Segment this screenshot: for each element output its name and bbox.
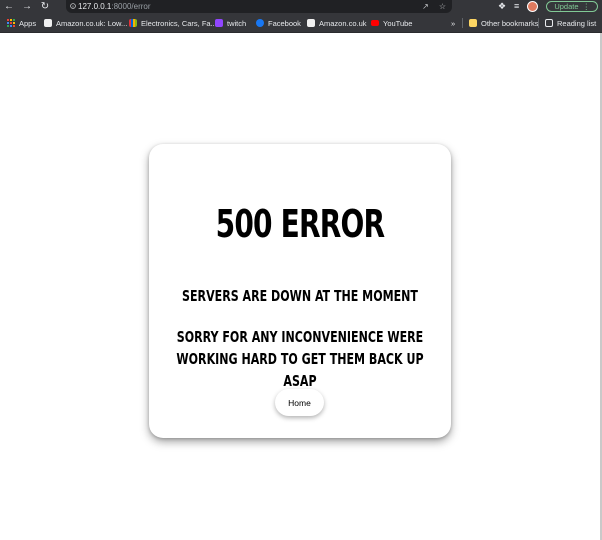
error-card: 500 ERROR SERVERS ARE DOWN AT THE MOMENT… xyxy=(149,144,451,438)
overflow-chevron-icon: » xyxy=(451,18,456,28)
update-button-label: Update xyxy=(554,1,579,11)
media-queue-icon[interactable]: ≡ xyxy=(514,0,519,13)
bookmarks-overflow-button[interactable]: » xyxy=(451,13,455,33)
bookmark-label: Facebook xyxy=(268,18,301,28)
bookmark-label: Electronics, Cars, Fa... xyxy=(141,18,217,28)
address-bar[interactable]: 127.0.0.1:8000/error ↗ ☆ xyxy=(66,0,452,13)
other-bookmarks[interactable]: Other bookmarks xyxy=(469,13,539,33)
folder-icon xyxy=(469,19,477,27)
forward-arrow-icon[interactable]: → xyxy=(18,0,36,13)
reading-list-label: Reading list xyxy=(557,18,597,28)
bookmark-facebook[interactable]: Facebook xyxy=(256,13,301,33)
site-info-icon[interactable] xyxy=(70,3,76,9)
bookmarks-divider xyxy=(462,18,463,28)
apology-message-line: SORRY FOR ANY INCONVENIENCE WERE xyxy=(176,328,424,346)
apps-grid-icon xyxy=(7,19,15,27)
back-arrow-icon[interactable]: ← xyxy=(0,0,18,13)
apology-message-line: WORKING HARD TO GET THEM BACK UP ASAP xyxy=(176,350,424,390)
twitch-icon xyxy=(215,19,223,27)
bookmarks-divider xyxy=(538,18,539,28)
url-host: 127.0.0.1 xyxy=(78,2,112,11)
update-button[interactable]: Update ⋮ xyxy=(546,1,598,12)
bookmark-apps[interactable]: Apps xyxy=(7,13,36,33)
bookmarks-bar: Apps Amazon.co.uk: Low... Electronics, C… xyxy=(0,13,602,33)
amazon-icon xyxy=(44,19,52,27)
youtube-icon xyxy=(371,20,379,26)
reading-list-icon xyxy=(545,19,553,27)
bookmark-amazon[interactable]: Amazon.co.uk xyxy=(307,13,367,33)
amazon-icon xyxy=(307,19,315,27)
extensions-puzzle-icon[interactable]: ❖ xyxy=(498,0,506,13)
bookmark-youtube[interactable]: YouTube xyxy=(371,13,412,33)
bookmark-label: Apps xyxy=(19,18,37,28)
error-message-line: SERVERS ARE DOWN AT THE MOMENT xyxy=(182,287,418,305)
bookmark-label: YouTube xyxy=(383,18,413,28)
reload-icon[interactable]: ↻ xyxy=(36,0,54,13)
error-title: 500 ERROR xyxy=(215,202,385,246)
bookmark-ebay[interactable]: Electronics, Cars, Fa... xyxy=(129,13,217,33)
facebook-icon xyxy=(256,19,264,27)
share-icon[interactable]: ↗ xyxy=(422,2,429,11)
url-path: :8000/error xyxy=(111,2,151,11)
profile-avatar[interactable] xyxy=(527,1,539,12)
bookmark-label: Amazon.co.uk xyxy=(319,18,367,28)
bookmark-amazon-low[interactable]: Amazon.co.uk: Low... xyxy=(44,13,127,33)
bookmark-twitch[interactable]: twitch xyxy=(215,13,246,33)
bookmark-star-icon[interactable]: ☆ xyxy=(439,2,446,11)
reading-list[interactable]: Reading list xyxy=(545,13,596,33)
other-bookmarks-label: Other bookmarks xyxy=(481,18,539,28)
ebay-icon xyxy=(129,19,137,27)
bookmark-label: twitch xyxy=(227,18,247,28)
browser-toolbar: ← → ↻ 127.0.0.1:8000/error ↗ ☆ ❖ ≡ Updat… xyxy=(0,0,602,13)
more-menu-icon: ⋮ xyxy=(582,1,591,11)
bookmark-label: Amazon.co.uk: Low... xyxy=(56,18,128,28)
home-button[interactable]: Home xyxy=(275,389,324,416)
